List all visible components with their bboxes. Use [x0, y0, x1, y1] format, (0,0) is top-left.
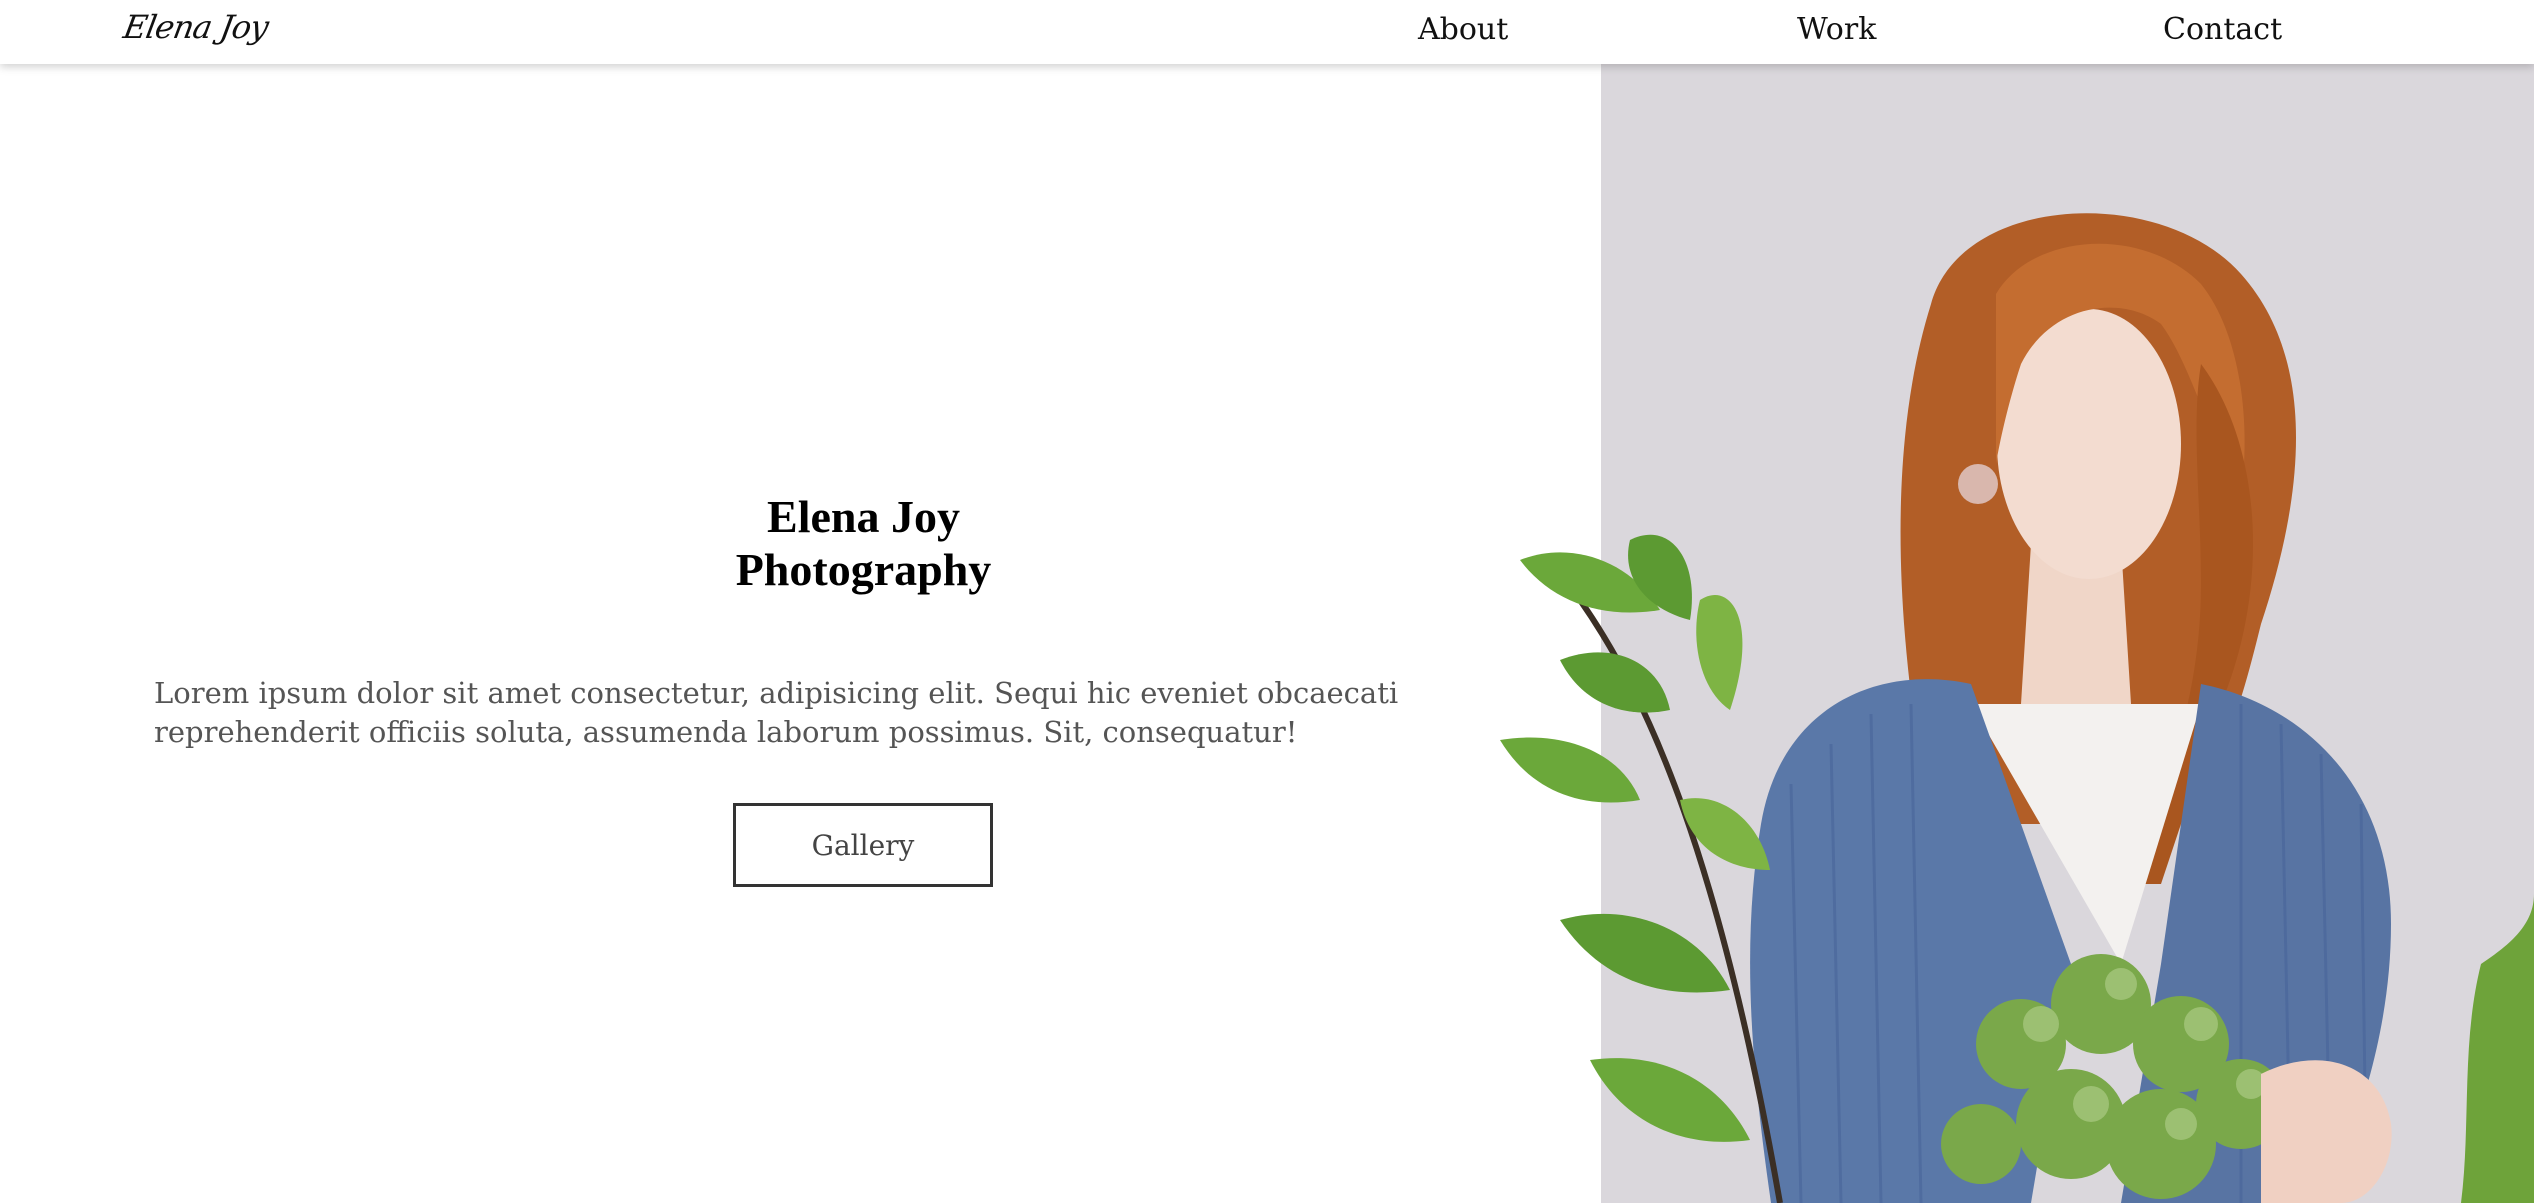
- title-line-photography: Photography: [735, 544, 992, 595]
- hero-section: [0, 64, 1601, 1203]
- nav-link-work[interactable]: Work: [1797, 12, 1876, 47]
- hero-description: Lorem ipsum dolor sit amet consectetur, …: [154, 676, 1399, 749]
- top-navbar: Elena Joy About Work Contact: [0, 0, 2534, 64]
- nav-link-about[interactable]: About: [1418, 12, 1508, 47]
- nav-link-contact[interactable]: Contact: [2163, 12, 2282, 47]
- woman-photo-illustration: [1601, 64, 2534, 1203]
- title-line-name: Elena Joy: [767, 491, 960, 542]
- site-logo[interactable]: Elena Joy: [121, 8, 271, 46]
- hero-photo: [1601, 64, 2534, 1203]
- page-title: Elena Joy Photography: [0, 490, 1727, 596]
- gallery-button[interactable]: Gallery: [733, 803, 993, 887]
